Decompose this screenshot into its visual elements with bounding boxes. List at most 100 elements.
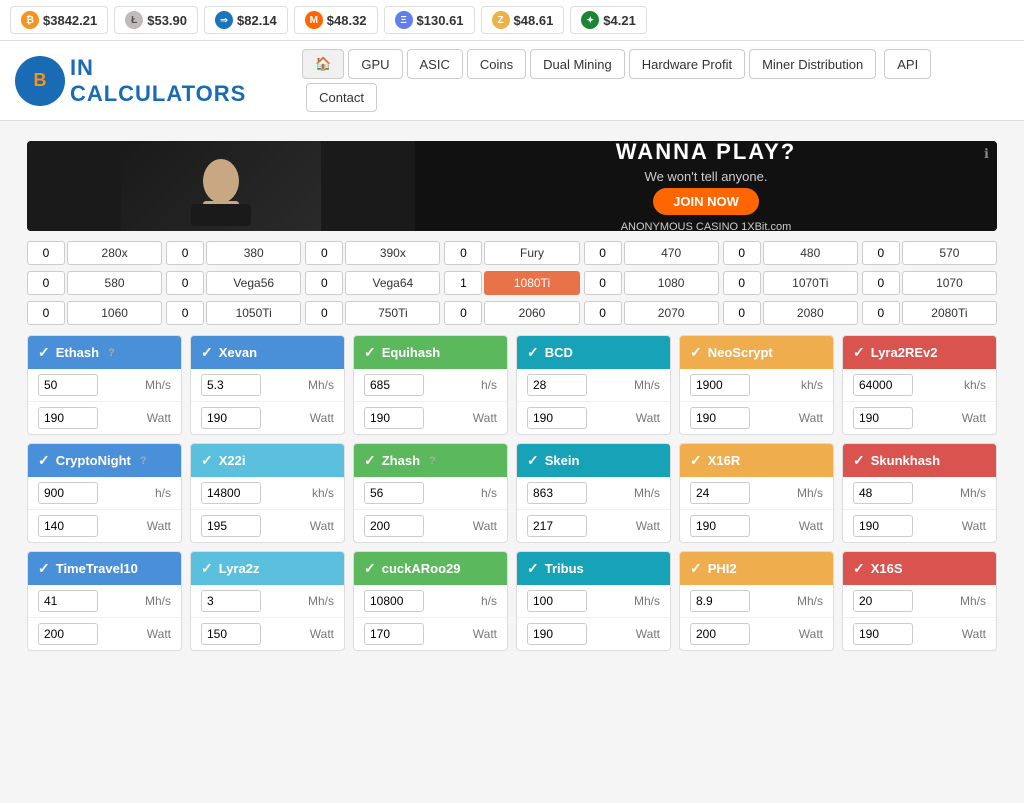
algo-bcd-header[interactable]: ✓ BCD [517,336,670,369]
x16r-hashrate-input[interactable] [690,482,750,504]
btc-icon: ₿ [21,11,39,29]
gpu-vega56-input[interactable] [166,271,204,295]
gpu-1070ti-label: 1070Ti [763,271,858,295]
zhash-watt-input[interactable] [364,515,424,537]
gpu-570-input[interactable] [862,241,900,265]
zhash-hashrate-input[interactable] [364,482,424,504]
bcd-watt-input[interactable] [527,407,587,429]
lyra2z-hashrate-input[interactable] [201,590,261,612]
tribus-watt-input[interactable] [527,623,587,645]
gpu-1070-input[interactable] [862,271,900,295]
gpu-580-input[interactable] [27,271,65,295]
x16r-watt-input[interactable] [690,515,750,537]
gpu-2060-input[interactable] [444,301,482,325]
phi2-watt-input[interactable] [690,623,750,645]
miner-distribution-button[interactable]: Miner Distribution [749,49,876,79]
algo-x22i-header[interactable]: ✓ X22i [191,444,344,477]
xevan-hashrate-input[interactable] [201,374,261,396]
skein-watt-input[interactable] [527,515,587,537]
x16s-hashrate-input[interactable] [853,590,913,612]
neoscrypt-watt-input[interactable] [690,407,750,429]
xevan-watt-input[interactable] [201,407,261,429]
cuckaroo29-hashrate-input[interactable] [364,590,424,612]
algo-timetravel10-header[interactable]: ✓ TimeTravel10 [28,552,181,585]
algo-equihash-header[interactable]: ✓ Equihash [354,336,507,369]
gpu-2080ti-input[interactable] [862,301,900,325]
home-button[interactable]: 🏠 [302,49,344,79]
lyra2rev2-hashrate-input[interactable] [853,374,913,396]
asic-button[interactable]: ASIC [407,49,463,79]
x22i-watt-input[interactable] [201,515,261,537]
ethash-hashrate-input[interactable] [38,374,98,396]
algo-cuckaroo29-header[interactable]: ✓ cuckARoo29 [354,552,507,585]
banner-info-icon[interactable]: ℹ [984,146,989,162]
contact-button[interactable]: Contact [306,83,377,112]
zec-price: $48.61 [514,13,554,28]
coins-button[interactable]: Coins [467,49,526,79]
algo-phi2-header[interactable]: ✓ PHI2 [680,552,833,585]
zhash-info-icon[interactable]: ? [429,455,436,467]
cryptonight-watt-input[interactable] [38,515,98,537]
algo-cryptonight-header[interactable]: ✓ CryptoNight ? [28,444,181,477]
timetravel10-hashrate-input[interactable] [38,590,98,612]
gpu-fury-input[interactable] [444,241,482,265]
cuckaroo29-watt-input[interactable] [364,623,424,645]
gpu-480-input[interactable] [723,241,761,265]
x22i-hashrate-input[interactable] [201,482,261,504]
algo-ethash-header[interactable]: ✓ Ethash ? [28,336,181,369]
lyra2z-watt-input[interactable] [201,623,261,645]
api-button[interactable]: API [884,49,931,79]
gpu-470-input[interactable] [584,241,622,265]
gpu-fury-cell: Fury [444,241,579,265]
gpu-1070ti-input[interactable] [723,271,761,295]
neoscrypt-hashrate-input[interactable] [690,374,750,396]
gpu-button[interactable]: GPU [348,49,402,79]
logo-icon: B [15,56,65,106]
gpu-380-input[interactable] [166,241,204,265]
cryptonight-hashrate-input[interactable] [38,482,98,504]
lyra2z-check-icon: ✓ [201,560,213,577]
algo-tribus-header[interactable]: ✓ Tribus [517,552,670,585]
gpu-390x-input[interactable] [305,241,343,265]
algo-xevan-header[interactable]: ✓ Xevan [191,336,344,369]
lyra2rev2-watt-row: Watt [843,402,996,434]
skein-hashrate-input[interactable] [527,482,587,504]
hardware-profit-button[interactable]: Hardware Profit [629,49,745,79]
skunkhash-hashrate-input[interactable] [853,482,913,504]
gpu-750ti-input[interactable] [305,301,343,325]
skunkhash-watt-input[interactable] [853,515,913,537]
dual-mining-button[interactable]: Dual Mining [530,49,625,79]
ethash-info-icon[interactable]: ? [108,347,115,359]
algo-phi2: ✓ PHI2 Mh/s Watt [679,551,834,651]
algo-zhash-header[interactable]: ✓ Zhash ? [354,444,507,477]
gpu-280x-label: 280x [67,241,162,265]
timetravel10-watt-input[interactable] [38,623,98,645]
algo-x16r-header[interactable]: ✓ X16R [680,444,833,477]
equihash-watt-input[interactable] [364,407,424,429]
algo-neoscrypt-header[interactable]: ✓ NeoScrypt [680,336,833,369]
gpu-280x-input[interactable] [27,241,65,265]
cryptonight-info-icon[interactable]: ? [140,455,147,467]
algo-skein-header[interactable]: ✓ Skein [517,444,670,477]
gpu-2070-input[interactable] [584,301,622,325]
phi2-watt-unit: Watt [799,623,823,645]
lyra2rev2-watt-input[interactable] [853,407,913,429]
algo-x16s-header[interactable]: ✓ X16S [843,552,996,585]
gpu-vega64-input[interactable] [305,271,343,295]
gpu-2080-input[interactable] [723,301,761,325]
algo-lyra2rev2-header[interactable]: ✓ Lyra2REv2 [843,336,996,369]
gpu-1060-input[interactable] [27,301,65,325]
algo-lyra2z-header[interactable]: ✓ Lyra2z [191,552,344,585]
algo-skunkhash-header[interactable]: ✓ Skunkhash [843,444,996,477]
ethash-watt-input[interactable] [38,407,98,429]
bcd-hashrate-input[interactable] [527,374,587,396]
phi2-hashrate-input[interactable] [690,590,750,612]
equihash-hashrate-input[interactable] [364,374,424,396]
x16s-watt-input[interactable] [853,623,913,645]
banner-join-button[interactable]: JOIN NOW [653,188,759,215]
gpu-1080-input[interactable] [584,271,622,295]
gpu-1050ti-input[interactable] [166,301,204,325]
tribus-hashrate-input[interactable] [527,590,587,612]
gpu-1080ti-input[interactable] [444,271,482,295]
gpu-580-label: 580 [67,271,162,295]
